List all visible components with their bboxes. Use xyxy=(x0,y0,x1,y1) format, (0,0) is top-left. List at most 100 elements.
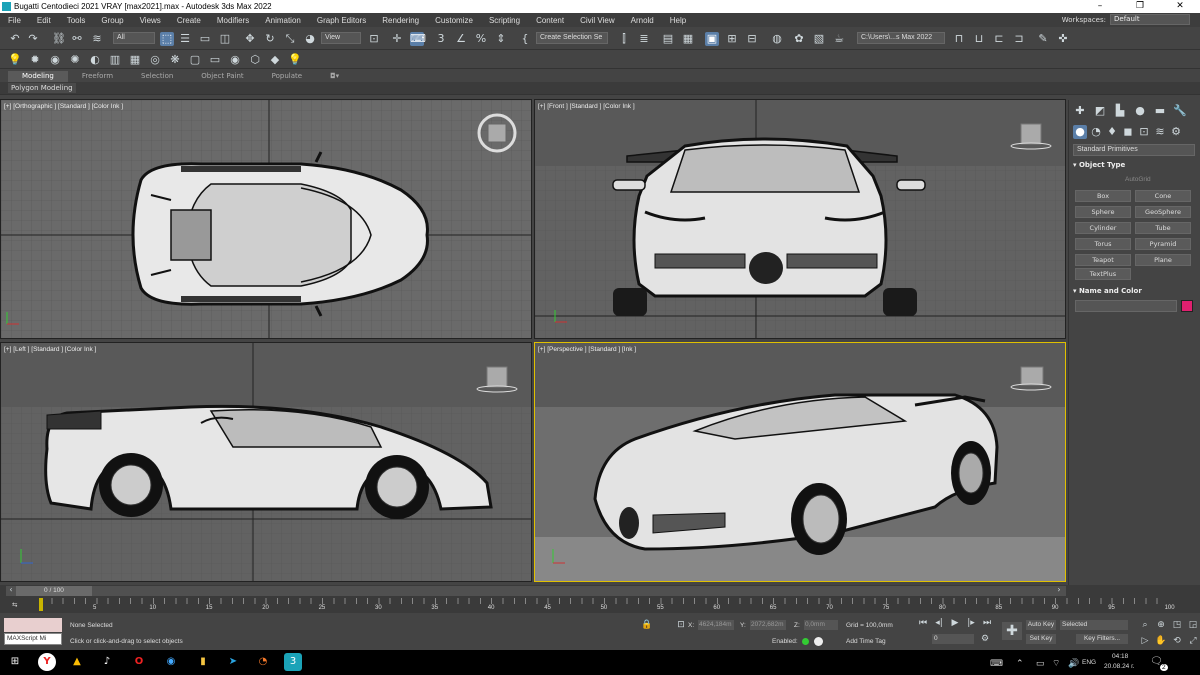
yandex-browser-icon[interactable]: Y xyxy=(38,653,56,671)
isolate-icon[interactable]: 🔒 xyxy=(640,618,654,632)
set-key-button[interactable]: Set Key xyxy=(1026,634,1056,644)
clock-time[interactable]: 04:18 xyxy=(1112,653,1128,660)
menu-group[interactable]: Group xyxy=(93,16,131,25)
motion-tab-icon[interactable]: ● xyxy=(1133,104,1147,118)
keyboard-shortcut-icon[interactable]: ⌨ xyxy=(410,32,426,46)
menu-animation[interactable]: Animation xyxy=(257,16,309,25)
helpers-icon[interactable]: ⊡ xyxy=(1137,125,1151,139)
prev-frame-icon[interactable]: ◂| xyxy=(932,616,946,630)
bind-spacewarp-icon[interactable]: ≋ xyxy=(90,32,104,46)
teapot-button[interactable]: Teapot xyxy=(1075,254,1131,266)
render-icon[interactable]: ☕ xyxy=(832,32,846,46)
windows-start-icon[interactable]: ⊞ xyxy=(6,653,24,671)
vray-dome-icon[interactable]: ◐ xyxy=(88,53,102,67)
extra-tool-icon[interactable]: ✜ xyxy=(1056,32,1070,46)
hierarchy-tab-icon[interactable]: ▙ xyxy=(1113,104,1127,118)
torus-button[interactable]: Torus xyxy=(1075,238,1131,250)
object-name-input[interactable] xyxy=(1075,300,1177,312)
viewport-label[interactable]: [+] [Left ] [Standard ] [Color Ink ] xyxy=(4,346,96,353)
viewport-left[interactable]: [+] [Left ] [Standard ] [Color Ink ] xyxy=(0,342,532,582)
angle-snap-icon[interactable]: ∠ xyxy=(454,32,468,46)
geometry-icon[interactable]: ● xyxy=(1073,125,1087,139)
align-icon[interactable]: ≣ xyxy=(637,32,651,46)
vray-fur-icon[interactable]: ❋ xyxy=(168,53,182,67)
play-icon[interactable]: ▶ xyxy=(948,616,962,630)
sun-icon[interactable]: ✹ xyxy=(28,53,42,67)
plane-button[interactable]: Plane xyxy=(1135,254,1191,266)
volume-icon[interactable]: 🔊 xyxy=(1068,658,1079,669)
pan-icon[interactable]: ✋ xyxy=(1154,634,1168,648)
display-tab-icon[interactable]: ▬ xyxy=(1153,104,1167,118)
textplus-button[interactable]: TextPlus xyxy=(1075,268,1131,280)
select-object-icon[interactable]: ⬚ xyxy=(160,32,174,46)
menu-graph-editors[interactable]: Graph Editors xyxy=(309,16,374,25)
zoom-icon[interactable]: ⌕ xyxy=(1138,618,1152,632)
move-icon[interactable]: ✥ xyxy=(243,32,257,46)
unlink-icon[interactable]: ⚯ xyxy=(70,32,84,46)
geosphere-button[interactable]: GeoSphere xyxy=(1135,206,1191,218)
fov-icon[interactable]: ▷ xyxy=(1138,634,1152,648)
time-config-icon[interactable] xyxy=(814,637,823,646)
wifi-icon[interactable]: ⌔ xyxy=(1052,658,1060,669)
zoom-all-icon[interactable]: ⊕ xyxy=(1154,618,1168,632)
vray-sphere-icon[interactable]: ◎ xyxy=(148,53,162,67)
y-coord-input[interactable]: 2072,682m xyxy=(750,620,786,630)
viewport-perspective[interactable]: [+] [Perspective ] [Standard ] [Ink ] xyxy=(534,342,1066,582)
telegram-icon[interactable]: ➤ xyxy=(224,653,242,671)
drive-icon[interactable]: ▲ xyxy=(68,653,86,671)
goto-end-icon[interactable]: ⏭ xyxy=(980,616,994,630)
maximize-viewport-icon[interactable]: ⤢ xyxy=(1186,634,1200,648)
rendered-frame-icon[interactable]: ▧ xyxy=(812,32,826,46)
network-icon[interactable]: ▭ xyxy=(1036,658,1045,669)
object-type-rollout[interactable]: ▾ Object Type xyxy=(1073,161,1125,169)
project-path-dropdown[interactable]: C:\Users\...s Max 2022 xyxy=(857,32,945,44)
undo-icon[interactable]: ↶ xyxy=(8,32,22,46)
vray-cam-icon[interactable]: ◉ xyxy=(228,53,242,67)
percent-snap-icon[interactable]: % xyxy=(474,32,488,46)
orbit-icon[interactable]: ⟲ xyxy=(1170,634,1184,648)
rect-selection-icon[interactable]: ▭ xyxy=(198,32,212,46)
vray-bulb-icon[interactable]: 💡 xyxy=(288,53,302,67)
box-button[interactable]: Box xyxy=(1075,190,1131,202)
snap-3d-icon[interactable]: 3 xyxy=(434,32,448,46)
curve-editor-icon[interactable]: ⊞ xyxy=(725,32,739,46)
clock-date[interactable]: 20.08.24 г. xyxy=(1104,663,1135,670)
next-frame-icon[interactable]: |▸ xyxy=(964,616,978,630)
viewport-label[interactable]: [+] [Front ] [Standard ] [Color Ink ] xyxy=(538,103,635,110)
language-indicator[interactable]: ENG xyxy=(1082,659,1096,666)
render-setup-icon[interactable]: ✿ xyxy=(792,32,806,46)
spacewarps-icon[interactable]: ≋ xyxy=(1153,125,1167,139)
menu-scripting[interactable]: Scripting xyxy=(481,16,528,25)
blender-icon[interactable]: ◔ xyxy=(254,653,272,671)
close-button[interactable]: ✕ xyxy=(1160,0,1200,13)
goto-start-icon[interactable]: ⏮ xyxy=(916,616,930,630)
layer-explorer-icon[interactable]: ▤ xyxy=(661,32,675,46)
key-mode-dropdown[interactable]: Selected xyxy=(1060,620,1128,630)
menu-rendering[interactable]: Rendering xyxy=(374,16,427,25)
current-frame-input[interactable]: 0 xyxy=(932,634,974,644)
vray-clipper-icon[interactable]: ⬡ xyxy=(248,53,262,67)
pivot-icon[interactable]: ⊡ xyxy=(367,32,381,46)
menu-customize[interactable]: Customize xyxy=(427,16,481,25)
tab-object-paint[interactable]: Object Paint xyxy=(187,71,257,82)
menu-content[interactable]: Content xyxy=(528,16,572,25)
time-configuration-icon[interactable]: ⚙ xyxy=(978,632,992,646)
file-explorer-icon[interactable]: ▮ xyxy=(194,653,212,671)
window-crossing-icon[interactable]: ◫ xyxy=(218,32,232,46)
attach-icon[interactable]: ⊔ xyxy=(972,32,986,46)
viewport-front[interactable]: [+] [Front ] [Standard ] [Color Ink ] xyxy=(534,99,1066,339)
minimize-button[interactable]: – xyxy=(1080,0,1120,13)
workspace-dropdown[interactable]: Default xyxy=(1110,14,1190,25)
tab-modeling[interactable]: Modeling xyxy=(8,71,68,82)
time-slider-handle[interactable]: 0 / 100 xyxy=(16,586,92,596)
vray-mesh-icon[interactable]: ▦ xyxy=(128,53,142,67)
scale-icon[interactable]: ⤡ xyxy=(283,32,297,46)
menu-file[interactable]: File xyxy=(0,16,29,25)
sphere-button[interactable]: Sphere xyxy=(1075,206,1131,218)
camera-icon[interactable]: ◉ xyxy=(48,53,62,67)
absolute-mode-icon[interactable]: ⊡ xyxy=(674,618,688,632)
key-filters-button[interactable]: Key Filters... xyxy=(1076,634,1128,644)
viewport-label[interactable]: [+] [Perspective ] [Standard ] [Ink ] xyxy=(538,346,636,353)
vray-light-icon[interactable]: ✺ xyxy=(68,53,82,67)
group-icon[interactable]: ⊏ xyxy=(992,32,1006,46)
